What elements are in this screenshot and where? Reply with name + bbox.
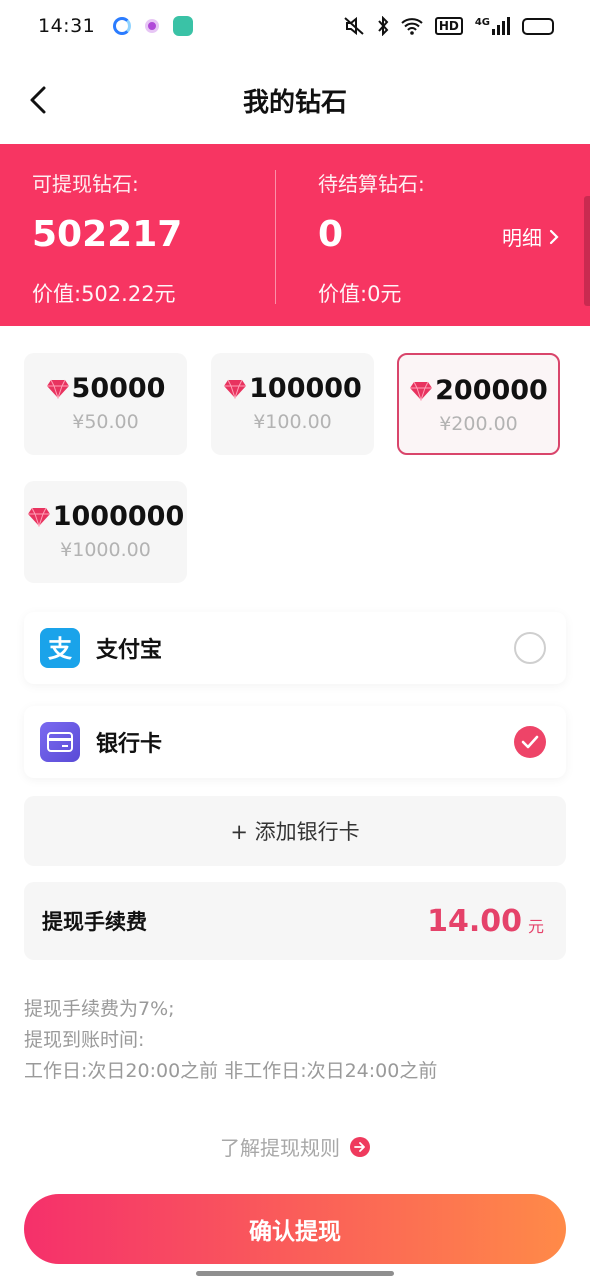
confirm-withdraw-button[interactable]: 确认提现 (24, 1194, 566, 1264)
diamond-icon (27, 507, 50, 527)
status-indicators: HD 4G (343, 16, 554, 36)
detail-label: 明细 (502, 226, 542, 250)
rules-link-label: 了解提现规则 (220, 1136, 340, 1160)
alipay-icon: 支 (40, 628, 80, 668)
payment-label: 支付宝 (96, 638, 163, 663)
fee-amount: 14.00 (427, 903, 522, 939)
option-price: ¥50.00 (72, 411, 139, 433)
svg-text:支: 支 (48, 635, 73, 663)
diamond-icon (46, 379, 69, 399)
withdrawable-label: 可提现钻石: (32, 172, 139, 196)
radio-unchecked[interactable] (514, 632, 546, 664)
fee-label: 提现手续费 (42, 910, 147, 934)
nav-bar: 我的钻石 (0, 60, 590, 140)
option-diamonds: 50000 (71, 373, 166, 404)
option-diamonds: 200000 (435, 375, 548, 406)
wifi-icon (401, 18, 423, 35)
network-type-label: 4G (474, 17, 490, 28)
diamond-icon (224, 379, 247, 399)
add-bank-card-button[interactable]: + 添加银行卡 (24, 796, 566, 866)
diamond-option-1000000[interactable]: 1000000 ¥1000.00 (24, 481, 187, 583)
home-indicator[interactable] (196, 1271, 394, 1276)
mute-icon (344, 16, 364, 36)
bluetooth-icon (378, 16, 389, 36)
option-price: ¥200.00 (439, 413, 518, 435)
option-price: ¥1000.00 (60, 539, 151, 561)
option-diamonds: 100000 (249, 373, 362, 404)
fee-row: 提现手续费 14.00 元 (24, 882, 566, 960)
page-title: 我的钻石 (242, 87, 347, 118)
fee-unit: 元 (527, 917, 544, 936)
radio-checked[interactable] (514, 726, 546, 758)
pending-amount: 0 (318, 214, 344, 255)
payment-option-bank-card[interactable]: 银行卡 (24, 706, 566, 778)
option-diamonds: 1000000 (52, 501, 185, 532)
app-notification-icon (145, 19, 160, 33)
diamond-option-100000[interactable]: 100000 ¥100.00 (211, 353, 374, 455)
hd-icon: HD (434, 17, 463, 35)
diamond-option-200000[interactable]: 200000 ¥200.00 (397, 353, 560, 455)
note-line: 工作日:次日20:00之前 非工作日:次日24:00之前 (24, 1060, 438, 1082)
scrollbar (584, 196, 590, 306)
app-notification-icon (173, 16, 194, 36)
signal-4g-icon: 4G (475, 17, 510, 35)
payment-option-alipay[interactable]: 支 支付宝 (24, 612, 566, 684)
withdraw-notes: 提现手续费为7%; 提现到账时间: 工作日:次日20:00之前 非工作日:次日2… (24, 994, 437, 1087)
note-line: 提现手续费为7%; (24, 998, 175, 1020)
option-price: ¥100.00 (253, 411, 332, 433)
app-notification-icon (113, 17, 132, 35)
chevron-right-icon (549, 229, 559, 244)
pending-value: 价值:0元 (318, 282, 402, 306)
diamond-option-50000[interactable]: 50000 ¥50.00 (24, 353, 187, 455)
status-bar: 14:31 HD 4G (0, 0, 590, 52)
payment-label: 银行卡 (96, 732, 163, 757)
checkmark-icon (521, 735, 539, 749)
detail-link[interactable]: 明细 (502, 222, 560, 251)
note-line: 提现到账时间: (24, 1029, 145, 1051)
status-app-icons (113, 16, 194, 36)
pending-label: 待结算钻石: (318, 172, 425, 196)
battery-icon (522, 17, 554, 35)
chevron-left-icon[interactable] (24, 82, 54, 118)
withdrawable-value: 价值:502.22元 (32, 282, 176, 306)
arrow-right-circle-icon (350, 1136, 370, 1157)
bank-card-icon (40, 722, 80, 762)
status-time: 14:31 (38, 15, 96, 37)
diamond-icon (410, 381, 433, 401)
withdrawable-amount: 502217 (32, 214, 183, 255)
withdraw-rules-link[interactable]: 了解提现规则 (0, 1132, 590, 1161)
banner-divider (275, 170, 276, 304)
